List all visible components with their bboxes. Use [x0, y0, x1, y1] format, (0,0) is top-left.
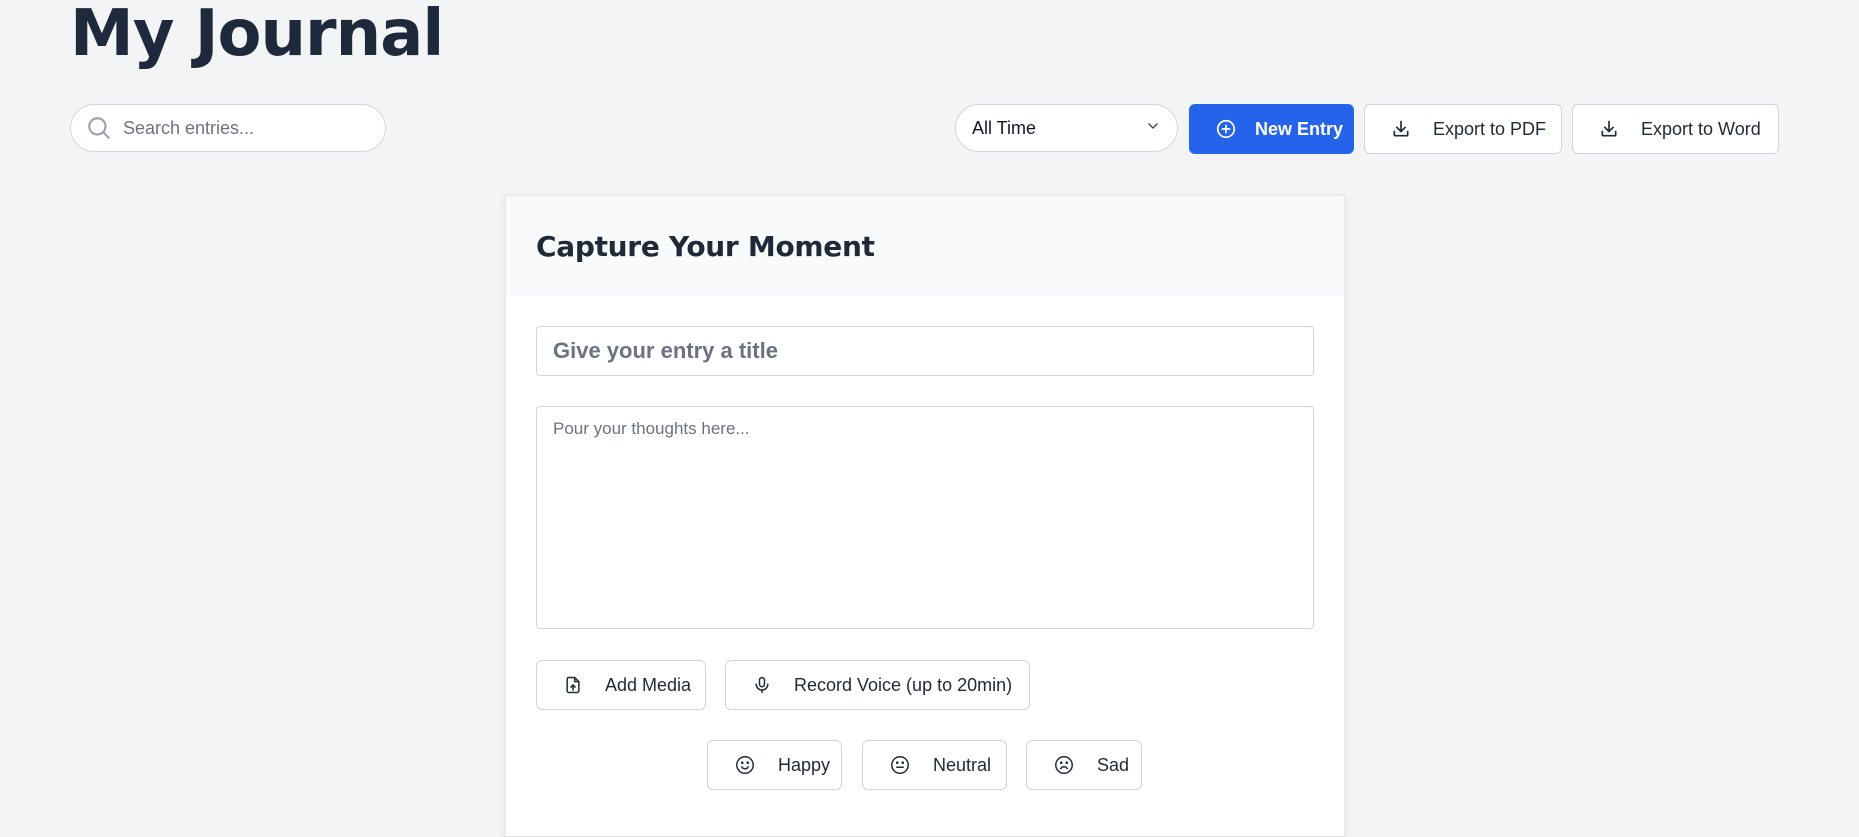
- export-pdf-button[interactable]: Export to PDF: [1364, 104, 1562, 154]
- file-upload-icon: [563, 675, 583, 695]
- new-entry-label: New Entry: [1255, 118, 1344, 139]
- mood-happy-label: Happy: [778, 754, 831, 775]
- search-box[interactable]: [70, 104, 386, 152]
- download-icon: [1391, 119, 1411, 139]
- neutral-face-icon: [889, 754, 911, 776]
- page-title: My Journal: [70, 0, 444, 71]
- record-voice-label: Record Voice (up to 20min): [794, 674, 1013, 695]
- export-pdf-label: Export to PDF: [1433, 118, 1547, 139]
- export-word-button[interactable]: Export to Word: [1572, 104, 1779, 154]
- mood-happy-button[interactable]: Happy: [707, 740, 842, 790]
- entry-editor-header: Capture Your Moment: [506, 196, 1344, 296]
- new-entry-button[interactable]: New Entry: [1189, 104, 1354, 154]
- microphone-icon: [752, 675, 772, 695]
- add-media-label: Add Media: [605, 674, 692, 695]
- entry-editor-heading: Capture Your Moment: [536, 229, 875, 263]
- download-icon: [1599, 119, 1619, 139]
- entry-title-input[interactable]: [536, 326, 1314, 376]
- add-media-button[interactable]: Add Media: [536, 660, 706, 710]
- search-icon: [85, 114, 113, 142]
- chevron-down-icon: [1145, 118, 1161, 139]
- mood-neutral-label: Neutral: [933, 754, 992, 775]
- search-input[interactable]: [121, 116, 375, 140]
- smile-icon: [734, 754, 756, 776]
- mood-sad-label: Sad: [1097, 754, 1130, 775]
- entry-editor-card: Capture Your Moment Add Media Record Voi…: [505, 195, 1345, 837]
- mood-neutral-button[interactable]: Neutral: [862, 740, 1007, 790]
- entry-body-textarea[interactable]: [536, 406, 1314, 629]
- record-voice-button[interactable]: Record Voice (up to 20min): [725, 660, 1030, 710]
- plus-circle-icon: [1215, 118, 1237, 140]
- export-word-label: Export to Word: [1641, 118, 1761, 139]
- frown-icon: [1053, 754, 1075, 776]
- date-range-value: All Time: [972, 117, 1037, 138]
- date-range-select[interactable]: All Time: [955, 104, 1178, 152]
- mood-sad-button[interactable]: Sad: [1026, 740, 1142, 790]
